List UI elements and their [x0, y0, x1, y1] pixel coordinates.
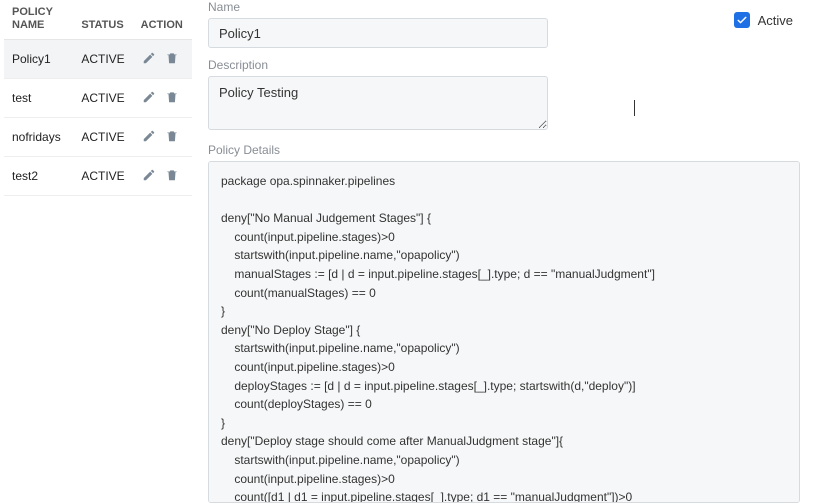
edit-icon[interactable]	[141, 89, 157, 105]
name-input[interactable]	[208, 18, 548, 48]
edit-icon[interactable]	[141, 50, 157, 66]
active-toggle[interactable]: Active	[734, 12, 793, 28]
delete-icon[interactable]	[164, 167, 180, 183]
table-row[interactable]: nofridays ACTIVE	[4, 118, 192, 157]
delete-icon[interactable]	[164, 89, 180, 105]
active-label: Active	[758, 13, 793, 28]
cell-actions	[133, 157, 192, 196]
policy-code-editor[interactable]: package opa.spinnaker.pipelines deny["No…	[208, 161, 800, 503]
description-input[interactable]: Policy Testing	[208, 76, 548, 130]
description-label: Description	[208, 58, 807, 72]
col-action: ACTION	[133, 0, 192, 40]
table-row[interactable]: test2 ACTIVE	[4, 157, 192, 196]
edit-icon[interactable]	[141, 167, 157, 183]
cell-actions	[133, 40, 192, 79]
cell-actions	[133, 118, 192, 157]
cell-status: ACTIVE	[73, 118, 132, 157]
cell-status: ACTIVE	[73, 40, 132, 79]
policy-detail-panel: Active Name Description Policy Testing P…	[198, 0, 817, 501]
text-cursor-icon	[634, 100, 635, 116]
edit-icon[interactable]	[141, 128, 157, 144]
policy-list-panel: POLICY NAME STATUS ACTION Policy1 ACTIVE…	[0, 0, 198, 501]
cell-name: test	[4, 79, 73, 118]
name-label: Name	[208, 0, 807, 14]
cell-name: test2	[4, 157, 73, 196]
policy-details-label: Policy Details	[208, 143, 807, 157]
col-policy-name: POLICY NAME	[4, 0, 73, 40]
table-row[interactable]: test ACTIVE	[4, 79, 192, 118]
delete-icon[interactable]	[164, 128, 180, 144]
checkbox-checked-icon	[734, 12, 750, 28]
cell-actions	[133, 79, 192, 118]
table-row[interactable]: Policy1 ACTIVE	[4, 40, 192, 79]
cell-name: nofridays	[4, 118, 73, 157]
policy-table: POLICY NAME STATUS ACTION Policy1 ACTIVE…	[4, 0, 192, 196]
cell-status: ACTIVE	[73, 79, 132, 118]
delete-icon[interactable]	[164, 50, 180, 66]
cell-name: Policy1	[4, 40, 73, 79]
cell-status: ACTIVE	[73, 157, 132, 196]
col-status: STATUS	[73, 0, 132, 40]
